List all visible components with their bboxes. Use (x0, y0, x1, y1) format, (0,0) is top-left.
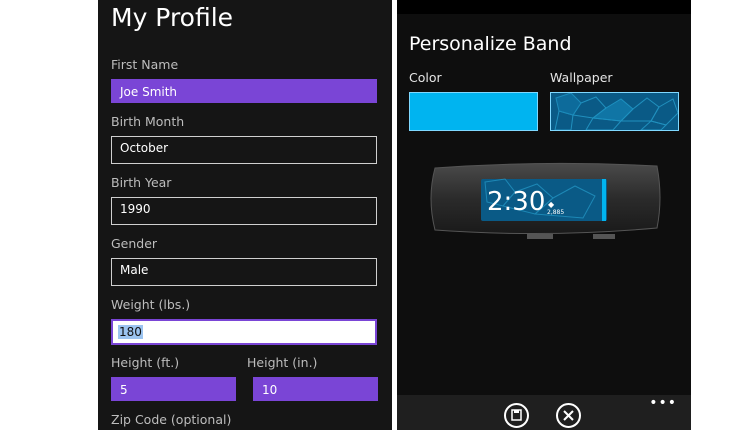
personalize-band-screen: Personalize Band Color Wallpaper 2:30 2,… (397, 0, 691, 430)
band-time: 2:30 (487, 187, 546, 217)
gender-label: Gender (111, 236, 158, 251)
first-name-field[interactable]: Joe Smith (111, 79, 377, 103)
birth-month-label: Birth Month (111, 114, 185, 129)
page-title: Personalize Band (409, 33, 572, 55)
gender-field[interactable]: Male (111, 258, 377, 286)
color-label: Color (409, 70, 442, 85)
steps-icon: ◆ (548, 200, 555, 209)
save-icon (511, 409, 522, 421)
wallpaper-label: Wallpaper (550, 70, 613, 85)
zip-code-label: Zip Code (optional) (111, 412, 232, 427)
app-bar: ••• (397, 395, 691, 430)
first-name-label: First Name (111, 57, 179, 72)
band-steps: 2,885 (547, 209, 565, 216)
weight-label: Weight (lbs.) (111, 297, 191, 312)
save-button[interactable] (504, 403, 529, 428)
more-options-button[interactable]: ••• (649, 395, 677, 411)
height-ft-field[interactable]: 5 (111, 377, 236, 401)
height-ft-label: Height (ft.) (111, 355, 180, 370)
cancel-button[interactable] (556, 403, 581, 428)
height-in-field[interactable]: 10 (253, 377, 378, 401)
color-swatch[interactable] (409, 92, 538, 131)
wallpaper-pattern-icon (551, 92, 679, 131)
birth-year-label: Birth Year (111, 175, 172, 190)
weight-value: 180 (118, 325, 143, 339)
weight-input[interactable]: 180 (111, 319, 377, 345)
birth-year-field[interactable]: 1990 (111, 197, 377, 225)
cancel-icon (563, 410, 574, 421)
my-profile-screen: My Profile First Name Joe Smith Birth Mo… (98, 0, 392, 430)
wallpaper-swatch[interactable] (550, 92, 679, 131)
height-in-label: Height (in.) (247, 355, 318, 370)
status-bar (397, 0, 691, 14)
birth-month-field[interactable]: October (111, 136, 377, 164)
page-title: My Profile (111, 3, 234, 32)
